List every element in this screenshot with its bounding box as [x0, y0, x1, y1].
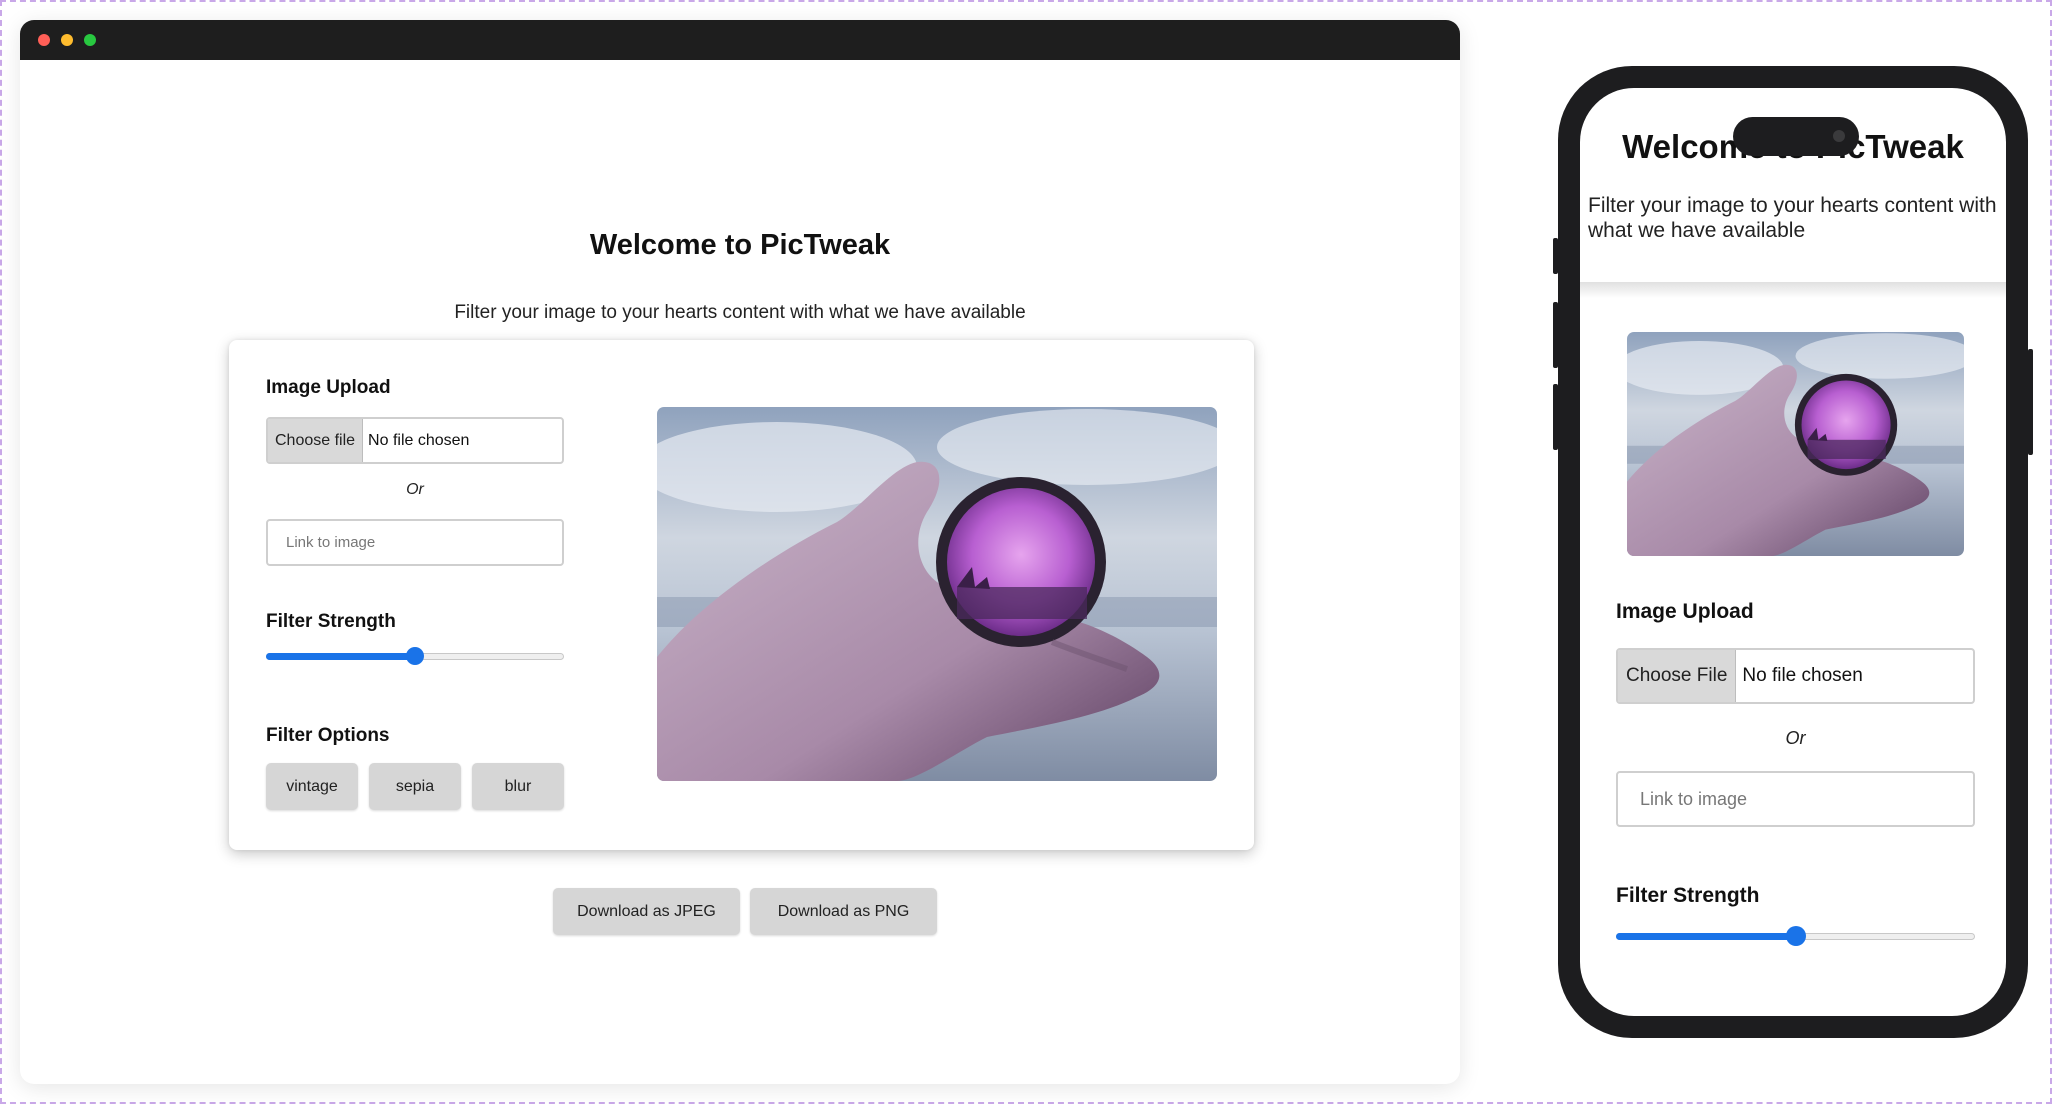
download-jpeg-button[interactable]: Download as JPEG: [553, 888, 740, 935]
phone-volume-up-button: [1553, 302, 1558, 368]
image-upload-label: Image Upload: [266, 377, 391, 398]
minimize-dot-icon[interactable]: [61, 34, 73, 46]
phone-power-button: [2028, 349, 2033, 455]
blur-filter-button[interactable]: blur: [472, 763, 564, 810]
vintage-filter-button[interactable]: vintage: [266, 763, 358, 810]
phone-volume-down-button: [1553, 384, 1558, 450]
mobile-slider-thumb[interactable]: [1785, 926, 1806, 946]
mobile-header-divider: [1580, 282, 2006, 298]
filter-strength-slider[interactable]: [266, 646, 564, 666]
phone-frame: Welcome to PicTweak Filter your image to…: [1553, 66, 2033, 1038]
page-title: Welcome to PicTweak: [589, 229, 891, 261]
file-upload-input[interactable]: Choose file No file chosen: [266, 417, 564, 464]
file-status-text: No file chosen: [368, 431, 470, 449]
slider-thumb[interactable]: [406, 647, 424, 665]
close-dot-icon[interactable]: [38, 34, 50, 46]
editor-card: Image Upload Choose file No file chosen …: [229, 340, 1254, 850]
maximize-dot-icon[interactable]: [84, 34, 96, 46]
preview-image: [657, 407, 1217, 781]
mobile-image-upload-label: Image Upload: [1616, 600, 1754, 623]
page-subtitle: Filter your image to your hearts content…: [454, 302, 1026, 323]
mobile-slider-fill: [1616, 933, 1796, 940]
image-link-input[interactable]: [266, 519, 564, 566]
phone-action-button: [1553, 238, 1558, 274]
mobile-image-link-input[interactable]: [1616, 771, 1975, 827]
phone-screen: Welcome to PicTweak Filter your image to…: [1580, 88, 2006, 1016]
browser-window: Welcome to PicTweak Filter your image to…: [20, 20, 1460, 1084]
sepia-filter-button[interactable]: sepia: [369, 763, 461, 810]
or-divider-text: Or: [406, 481, 424, 498]
dynamic-island: [1733, 117, 1859, 156]
download-png-button[interactable]: Download as PNG: [750, 888, 937, 935]
front-camera-icon: [1833, 130, 1845, 142]
mobile-file-status-text: No file chosen: [1742, 665, 1863, 686]
slider-fill: [266, 653, 415, 660]
mobile-preview-image: [1627, 332, 1964, 556]
window-titlebar: [20, 20, 1460, 60]
mobile-filter-strength-slider[interactable]: [1616, 926, 1975, 946]
mobile-or-divider-text: Or: [1785, 728, 1806, 748]
mobile-filter-strength-label: Filter Strength: [1616, 884, 1760, 907]
mobile-file-upload-input[interactable]: Choose File No file chosen: [1616, 648, 1975, 704]
mobile-page-subtitle: Filter your image to your hearts content…: [1588, 194, 1997, 242]
filter-options-label: Filter Options: [266, 725, 390, 746]
choose-file-button[interactable]: Choose file: [268, 419, 364, 462]
mobile-choose-file-button[interactable]: Choose File: [1618, 650, 1737, 702]
filter-strength-label: Filter Strength: [266, 611, 396, 632]
